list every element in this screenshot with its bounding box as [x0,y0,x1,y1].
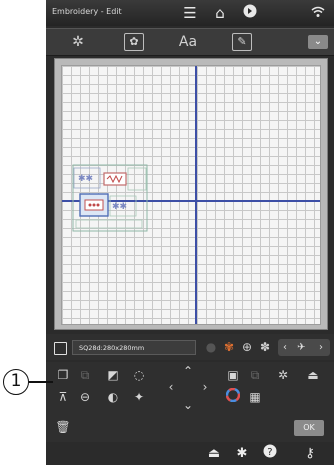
arrow-right-icon[interactable]: › [196,378,214,396]
layer-order-icon[interactable]: ⊖ [76,388,94,406]
settings-icon[interactable]: ✱ [232,444,252,464]
arrow-down-icon[interactable]: ⌄ [179,396,197,414]
record-icon: ● [205,340,217,354]
svg-text:✱✱: ✱✱ [78,174,93,184]
stitch-icon[interactable]: ⏏ [304,366,322,384]
zoom-in-icon[interactable]: ⊕ [238,339,256,356]
embroidery-view-icon[interactable]: ✾ [220,339,238,356]
edit-pattern-icon[interactable]: ✎ [232,33,252,51]
svg-text:✱✱: ✱✱ [112,202,127,212]
ok-button[interactable]: OK [294,420,324,436]
embroidery-design[interactable]: ✱✱ ✱✱ [72,164,148,232]
text-icon[interactable]: Aa [176,32,200,52]
embroidery-canvas-frame: ✱✱ ✱✱ [54,58,328,330]
align-icon[interactable]: ⊼ [54,388,72,406]
menu-icon[interactable]: ☰ [180,3,200,23]
edit-button-panel: ❐ ⧉ ◩ ◌ ⊼ ⊖ ◐ ✦ 🗑 ⌃ ‹ › ⌄ ▣ ⧉ ✲ ⏏ ▦ OK [46,362,334,442]
callout-leader-line [29,381,53,383]
mirror-icon[interactable]: ◐ [104,388,122,406]
help-icon[interactable]: ? [260,444,280,464]
screen-title: Embroidery - Edit [52,7,122,16]
sewing-icon[interactable]: ⏏ [204,444,224,464]
duplicate-icon[interactable]: ❐ [54,366,72,384]
bottom-bar: ⏏ ✱ ? ⚷ [46,442,334,465]
group-icon: ⧉ [80,368,90,382]
pointer-nav-button[interactable]: ‹ ✈ › [278,339,330,356]
svg-text:?: ? [267,447,272,458]
title-bar: Embroidery - Edit ☰ ⌂ [46,0,334,26]
hoop-status-bar: SQ28d:280x280mm ● ✾ ⊕ ✽ ‹ ✈ › [46,334,334,360]
grid-checkbox[interactable] [54,342,67,355]
embroidery-grid[interactable]: ✱✱ ✱✱ [61,65,321,325]
color-wheel-icon[interactable] [224,387,242,406]
zoom-pattern-icon[interactable]: ✽ [256,339,274,356]
vertical-axis [195,66,197,324]
resize-icon[interactable]: ◩ [104,366,122,384]
edit-toolbar: ✲ ✿ Aa ✎ ⌄ [46,28,334,56]
applique-icon: ⧉ [250,368,260,382]
frame-pattern-icon[interactable]: ✿ [124,33,144,51]
help-circle-icon[interactable] [240,3,260,23]
hoop-size-display[interactable]: SQ28d:280x280mm [72,340,196,355]
home-icon[interactable]: ⌂ [210,3,230,23]
border-icon[interactable]: ▣ [224,366,242,384]
dropdown-icon[interactable]: ⌄ [308,35,328,49]
density-icon[interactable]: ✲ [274,366,292,384]
center-icon[interactable]: ✦ [130,388,148,406]
arrow-up-icon[interactable]: ⌃ [179,362,197,380]
arrow-left-icon[interactable]: ‹ [162,378,180,396]
delete-icon[interactable]: 🗑 [54,418,72,436]
callout-marker: 1 [3,369,29,395]
rotate-icon[interactable]: ◌ [130,366,148,384]
device-screen: Embroidery - Edit ☰ ⌂ ✲ ✿ Aa ✎ ⌄ ✱✱ ✱✱ S… [46,0,334,465]
thread-color-icon[interactable]: ▦ [246,388,264,406]
wifi-icon[interactable] [308,3,328,23]
pattern-select-icon[interactable]: ✲ [66,32,90,52]
wrench-icon[interactable]: ⚷ [300,444,320,464]
